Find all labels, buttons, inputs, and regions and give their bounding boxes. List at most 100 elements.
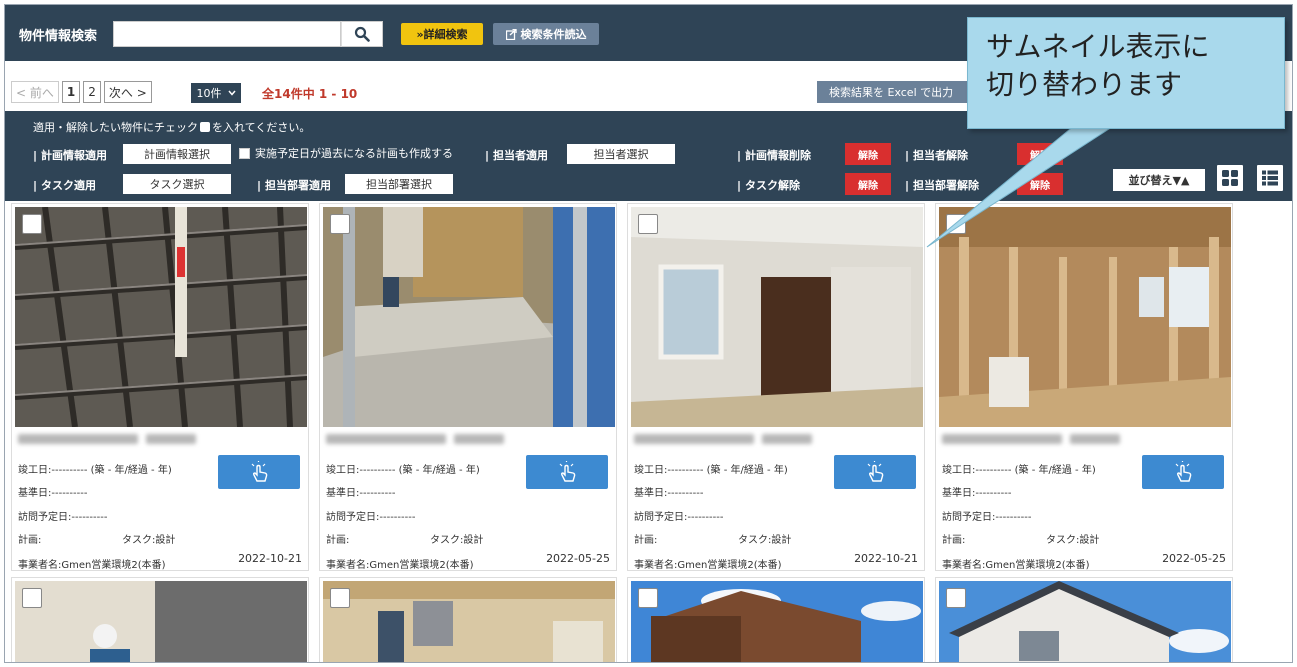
plan-label: 計画: bbox=[18, 535, 42, 546]
plan-apply-label: 計画情報適用 bbox=[33, 147, 107, 163]
touch-button[interactable] bbox=[526, 455, 608, 489]
select-checkbox[interactable] bbox=[638, 214, 658, 234]
notice-text-after: を入れてください。 bbox=[212, 121, 311, 134]
select-checkbox[interactable] bbox=[330, 588, 350, 608]
list-view-button[interactable] bbox=[1255, 163, 1285, 193]
select-checkbox[interactable] bbox=[946, 214, 966, 234]
property-photo-foundation[interactable] bbox=[323, 207, 615, 427]
task-label: タスク:設計 bbox=[738, 535, 792, 546]
checkbox-sample-icon bbox=[200, 122, 210, 132]
worker-wall-photo bbox=[15, 581, 307, 662]
touch-button[interactable] bbox=[1142, 455, 1224, 489]
property-card[interactable]: 竣工日:---------- (築 - 年/経過 - 年) 基準日:------… bbox=[11, 203, 309, 571]
property-card[interactable]: 竣工日:---------- (築 - 年/経過 - 年) 基準日:------… bbox=[935, 203, 1233, 571]
select-checkbox[interactable] bbox=[22, 588, 42, 608]
prev-page-button[interactable]: < 前へ bbox=[11, 81, 59, 103]
white-house-photo bbox=[939, 581, 1231, 662]
property-name-masked bbox=[18, 433, 218, 447]
search-title: 物件情報検索 bbox=[19, 29, 98, 44]
load-conditions-label: 検索条件読込 bbox=[520, 28, 587, 41]
search-button[interactable] bbox=[341, 21, 383, 47]
property-card[interactable] bbox=[935, 577, 1233, 662]
property-card[interactable] bbox=[319, 577, 617, 662]
per-page-select[interactable]: 10件 bbox=[191, 83, 241, 103]
advanced-search-button[interactable]: »詳細検索 bbox=[401, 23, 483, 45]
company-name: 事業者名:Gmen営業環境2(本番) bbox=[18, 560, 166, 571]
property-card[interactable]: 竣工日:---------- (築 - 年/経過 - 年) 基準日:------… bbox=[627, 203, 925, 571]
load-conditions-button[interactable]: 検索条件読込 bbox=[493, 23, 599, 45]
property-card[interactable] bbox=[11, 577, 309, 662]
load-icon bbox=[505, 28, 517, 40]
interior-work-photo bbox=[323, 581, 615, 662]
completion-date: 竣工日:---------- (築 - 年/経過 - 年) bbox=[634, 465, 788, 476]
chevron-down-icon bbox=[227, 90, 236, 96]
card-date: 2022-05-25 bbox=[546, 552, 610, 565]
visit-date: 訪問予定日:---------- bbox=[942, 512, 1032, 523]
property-photo-worker-wall[interactable] bbox=[15, 581, 307, 662]
dept-release-label: 担当部署解除 bbox=[905, 177, 979, 193]
page-1-button[interactable]: 1 bbox=[61, 81, 81, 103]
bulk-notice: 適用・解除したい物件にチェック を入れてください。 bbox=[33, 119, 310, 135]
base-date: 基準日:---------- bbox=[326, 488, 396, 499]
visit-date: 訪問予定日:---------- bbox=[326, 512, 416, 523]
plan-label: 計画: bbox=[634, 535, 658, 546]
property-photo-room[interactable] bbox=[631, 207, 923, 427]
base-date: 基準日:---------- bbox=[18, 488, 88, 499]
notice-text-before: 適用・解除したい物件にチェック bbox=[33, 121, 198, 134]
person-release-button[interactable]: 解除 bbox=[1017, 143, 1063, 165]
property-photo-house-white[interactable] bbox=[939, 581, 1231, 662]
touch-icon bbox=[559, 461, 576, 482]
plan-select-button[interactable]: 計画情報選択 bbox=[123, 144, 231, 164]
app-window: 物件情報検索 »詳細検索 検索条件読込 < 前へ 1 2 次へ > 10件 全1… bbox=[4, 4, 1293, 663]
plan-delete-button[interactable]: 解除 bbox=[845, 143, 891, 165]
visit-date: 訪問予定日:---------- bbox=[634, 512, 724, 523]
search-input[interactable] bbox=[113, 21, 341, 47]
task-release-button[interactable]: 解除 bbox=[845, 173, 891, 195]
property-photo-interior-work[interactable] bbox=[323, 581, 615, 662]
grid-view-icon bbox=[1222, 170, 1238, 186]
past-plan-option[interactable]: 実施予定日が過去になる計画も作成する bbox=[239, 145, 453, 161]
task-select-button[interactable]: タスク選択 bbox=[123, 174, 231, 194]
completion-date: 竣工日:---------- (築 - 年/経過 - 年) bbox=[942, 465, 1096, 476]
foundation-photo bbox=[323, 207, 615, 427]
task-label: タスク:設計 bbox=[1046, 535, 1100, 546]
touch-icon bbox=[1175, 461, 1192, 482]
person-select-button[interactable]: 担当者選択 bbox=[567, 144, 675, 164]
dept-release-button[interactable]: 解除 bbox=[1017, 173, 1063, 195]
card-date: 2022-10-21 bbox=[238, 552, 302, 565]
base-date: 基準日:---------- bbox=[942, 488, 1012, 499]
touch-button[interactable] bbox=[218, 455, 300, 489]
touch-button[interactable] bbox=[834, 455, 916, 489]
touch-icon bbox=[251, 461, 268, 482]
sort-button[interactable]: 並び替え▼▲ bbox=[1113, 169, 1205, 191]
past-plan-checkbox[interactable] bbox=[239, 147, 250, 159]
search-icon bbox=[354, 26, 370, 42]
property-photo-house-brown[interactable] bbox=[631, 581, 923, 662]
property-card[interactable] bbox=[627, 577, 925, 662]
select-checkbox[interactable] bbox=[638, 588, 658, 608]
callout-line-2: 切り替わります bbox=[986, 68, 1183, 101]
base-date: 基準日:---------- bbox=[634, 488, 704, 499]
property-photo-rebar[interactable] bbox=[15, 207, 307, 427]
select-checkbox[interactable] bbox=[22, 214, 42, 234]
pagination: < 前へ 1 2 次へ > bbox=[11, 81, 152, 103]
task-release-label: タスク解除 bbox=[737, 177, 800, 193]
past-plan-label: 実施予定日が過去になる計画も作成する bbox=[255, 147, 453, 160]
select-checkbox[interactable] bbox=[330, 214, 350, 234]
completion-date: 竣工日:---------- (築 - 年/経過 - 年) bbox=[326, 465, 480, 476]
rebar-photo bbox=[15, 207, 307, 427]
dept-select-button[interactable]: 担当部署選択 bbox=[345, 174, 453, 194]
result-count: 全14件中 1 - 10 bbox=[262, 87, 358, 101]
next-page-button[interactable]: 次へ > bbox=[103, 81, 152, 103]
property-name-masked bbox=[634, 433, 834, 447]
person-release-label: 担当者解除 bbox=[905, 147, 968, 163]
page-2-button[interactable]: 2 bbox=[83, 81, 101, 103]
grid-view-button[interactable] bbox=[1215, 163, 1245, 193]
completion-date: 竣工日:---------- (築 - 年/経過 - 年) bbox=[18, 465, 172, 476]
plan-label: 計画: bbox=[326, 535, 350, 546]
property-card[interactable]: 竣工日:---------- (築 - 年/経過 - 年) 基準日:------… bbox=[319, 203, 617, 571]
company-name: 事業者名:Gmen営業環境2(本番) bbox=[942, 560, 1090, 571]
select-checkbox[interactable] bbox=[946, 588, 966, 608]
property-photo-framing[interactable] bbox=[939, 207, 1231, 427]
task-label: タスク:設計 bbox=[430, 535, 484, 546]
